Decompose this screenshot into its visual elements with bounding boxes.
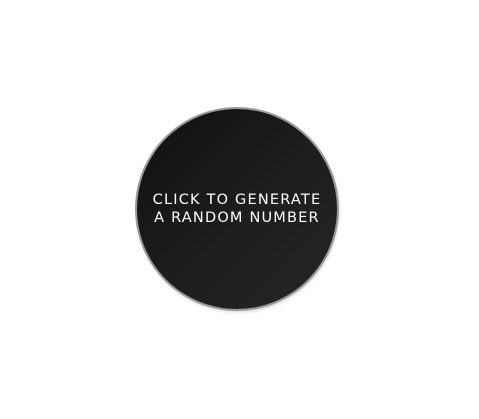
generate-button-label: CLICK TO GENERATE A RANDOM NUMBER: [153, 191, 322, 227]
page-stage: CLICK TO GENERATE A RANDOM NUMBER: [0, 0, 479, 419]
generate-label-line-1: CLICK TO GENERATE: [152, 192, 322, 208]
generate-label-line-2: A RANDOM NUMBER: [154, 210, 320, 226]
generate-number-button[interactable]: CLICK TO GENERATE A RANDOM NUMBER: [137, 109, 337, 309]
